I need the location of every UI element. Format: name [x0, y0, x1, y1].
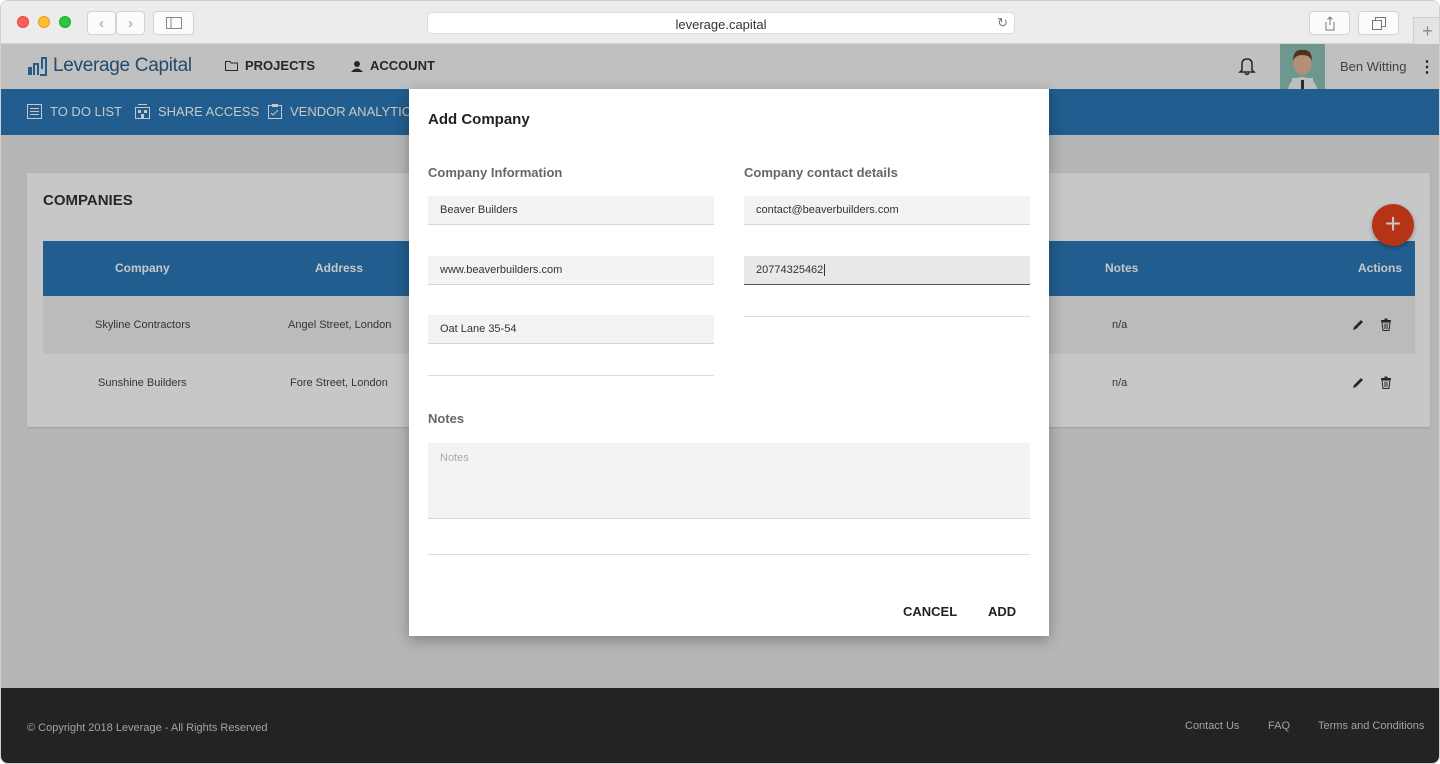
company-information-label: Company Information — [428, 165, 563, 180]
divider — [428, 554, 1030, 555]
empty-field-underline[interactable] — [428, 375, 714, 376]
share-icon — [1325, 15, 1334, 30]
empty-field-underline[interactable] — [744, 316, 1030, 317]
phone-input[interactable]: 20774325462 — [744, 256, 1030, 285]
address-input[interactable]: Oat Lane 35-54 — [428, 315, 714, 344]
address-bar[interactable]: leverage.capital ↻ — [427, 12, 1015, 34]
add-button[interactable]: ADD — [988, 604, 1016, 619]
tabs-icon — [1371, 16, 1386, 30]
tabs-overview-button[interactable] — [1358, 11, 1399, 35]
phone-field-text: 20774325462 — [756, 264, 826, 277]
website-value: www.beaverbuilders.com — [440, 264, 563, 276]
cancel-button[interactable]: CANCEL — [903, 604, 957, 619]
minimize-window-button[interactable] — [38, 16, 50, 28]
maximize-window-button[interactable] — [59, 16, 71, 28]
share-button[interactable] — [1309, 11, 1350, 35]
add-company-dialog: Add Company Company Information Company … — [409, 89, 1049, 636]
sidebar-toggle-button[interactable] — [153, 11, 194, 35]
dialog-title: Add Company — [428, 111, 530, 128]
phone-value: 20774325462 — [756, 264, 824, 276]
reload-icon[interactable]: ↻ — [997, 15, 1008, 31]
forward-button[interactable]: › — [116, 11, 145, 35]
sidebar-icon — [165, 17, 182, 29]
new-tab-button[interactable]: + — [1413, 17, 1439, 44]
url-text: leverage.capital — [675, 17, 767, 32]
contact-details-label: Company contact details — [744, 165, 898, 180]
text-caret — [824, 264, 826, 277]
notes-label: Notes — [428, 411, 465, 426]
notes-textarea[interactable]: Notes — [428, 443, 1030, 519]
chevron-left-icon: ‹ — [99, 14, 104, 32]
address-value: Oat Lane 35-54 — [440, 323, 517, 335]
back-button[interactable]: ‹ — [87, 11, 116, 35]
company-name-input[interactable]: Beaver Builders — [428, 196, 714, 225]
close-window-button[interactable] — [17, 16, 29, 28]
browser-window: ‹ › leverage.capital ↻ + Leverage Capita — [0, 0, 1440, 764]
browser-toolbar: ‹ › leverage.capital ↻ + — [1, 1, 1439, 44]
website-input[interactable]: www.beaverbuilders.com — [428, 256, 714, 285]
notes-placeholder: Notes — [440, 452, 469, 464]
company-name-value: Beaver Builders — [440, 204, 518, 216]
email-input[interactable]: contact@beaverbuilders.com — [744, 196, 1030, 225]
email-value: contact@beaverbuilders.com — [756, 204, 899, 216]
chevron-right-icon: › — [128, 14, 133, 32]
